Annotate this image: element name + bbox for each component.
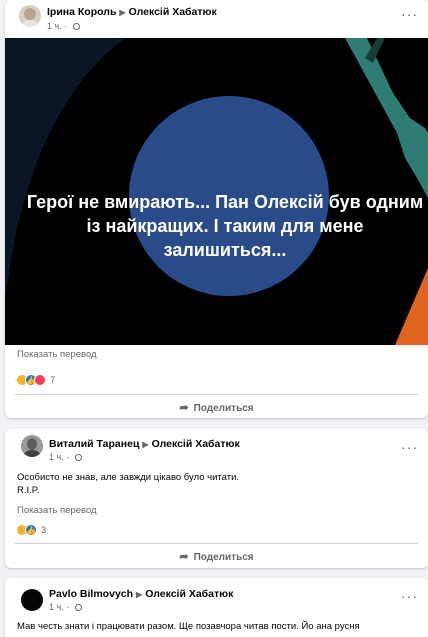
- post-card: Виталий Таранец ▶ Олексій Хабатюк 1 ч. · ·…: [5, 429, 428, 568]
- reaction-count: 7: [50, 374, 56, 386]
- timestamp[interactable]: 1 ч.: [49, 602, 64, 612]
- image-caption: Герої не вмирають... Пан Олексій був одн…: [26, 192, 424, 260]
- arrow-right-icon: ▶: [136, 590, 143, 599]
- divider: [15, 543, 418, 544]
- author-name[interactable]: Pavlo Bilmovych: [49, 588, 133, 600]
- post-body: Особисто не знав, але завжди цікаво було…: [17, 471, 317, 497]
- post-time: 1 ч. ·: [49, 602, 82, 612]
- globe-icon: [72, 23, 80, 30]
- author-name[interactable]: Ірина Король: [47, 6, 116, 18]
- post-header: Ірина Король ▶ Олексій Хабатюк: [47, 6, 217, 18]
- post-text-line: R.I.P.: [17, 485, 40, 496]
- post-text-line: Особисто не знав, але завжди цікаво було…: [17, 472, 240, 483]
- more-options-icon[interactable]: ···: [401, 588, 418, 604]
- share-icon: ➦: [179, 402, 189, 414]
- post-time: 1 ч. ·: [49, 452, 82, 462]
- post-image[interactable]: Герої не вмирають... Пан Олексій був одн…: [5, 38, 428, 345]
- post-card: Pavlo Bilmovych ▶ Олексій Хабатюк 1 ч. · ·…: [5, 578, 428, 637]
- share-button[interactable]: ➦ Поделиться: [5, 401, 428, 414]
- reactions-summary[interactable]: 👍 3: [16, 523, 46, 537]
- translate-link[interactable]: Показать перевод: [17, 349, 97, 360]
- share-label: Поделиться: [193, 552, 254, 563]
- post-card: Ірина Король ▶ Олексій Хабатюк 1 ч. · ··· …: [5, 0, 428, 418]
- avatar[interactable]: [19, 5, 41, 27]
- avatar[interactable]: [21, 589, 43, 611]
- translate-link[interactable]: Показать перевод: [17, 505, 97, 516]
- target-name[interactable]: Олексій Хабатюк: [145, 588, 233, 600]
- more-options-icon[interactable]: ···: [401, 439, 418, 455]
- more-options-icon[interactable]: ···: [401, 6, 418, 22]
- share-button[interactable]: ➦ Поделиться: [5, 550, 428, 563]
- avatar[interactable]: [21, 435, 43, 457]
- share-label: Поделиться: [193, 403, 254, 414]
- post-header: Виталий Таранец ▶ Олексій Хабатюк: [49, 438, 240, 450]
- reaction-count: 3: [41, 524, 47, 536]
- post-time: 1 ч. ·: [47, 21, 80, 31]
- love-reaction-icon: [34, 374, 46, 386]
- post-header: Pavlo Bilmovych ▶ Олексій Хабатюк: [49, 588, 233, 600]
- author-name[interactable]: Виталий Таранец: [49, 438, 139, 450]
- target-name[interactable]: Олексій Хабатюк: [152, 438, 240, 450]
- timestamp[interactable]: 1 ч.: [47, 21, 62, 31]
- globe-icon: [74, 604, 82, 611]
- timestamp[interactable]: 1 ч.: [49, 452, 64, 462]
- target-name[interactable]: Олексій Хабатюк: [129, 6, 217, 18]
- reactions-summary[interactable]: 👍 7: [16, 373, 55, 387]
- share-icon: ➦: [179, 551, 189, 563]
- arrow-right-icon: ▶: [119, 8, 126, 17]
- divider: [15, 394, 418, 395]
- like-reaction-icon: 👍: [25, 524, 37, 536]
- arrow-right-icon: ▶: [142, 440, 149, 449]
- post-body: Мав честь знати і працювати разом. Ще по…: [17, 621, 360, 632]
- globe-icon: [74, 454, 82, 461]
